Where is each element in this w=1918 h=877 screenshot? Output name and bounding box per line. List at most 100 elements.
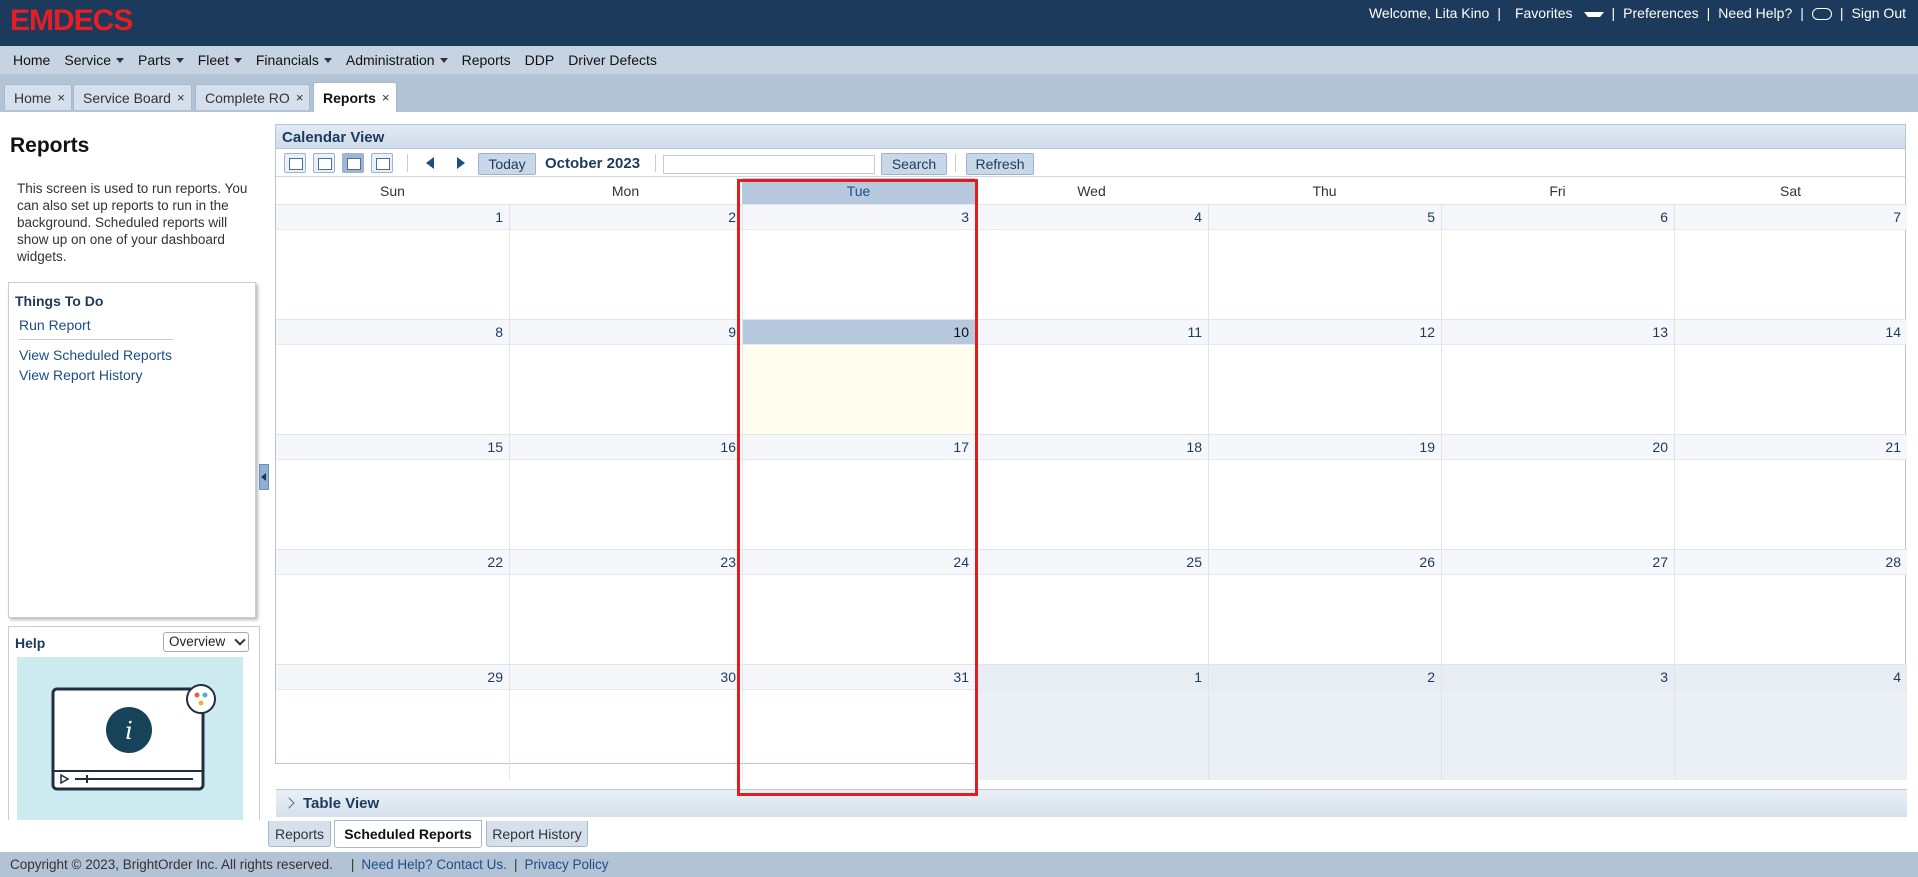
tab-home[interactable]: Home ×	[4, 84, 72, 110]
menu-home[interactable]: Home	[6, 52, 57, 68]
calendar-day[interactable]: 26	[1208, 550, 1441, 665]
calendar-day[interactable]: 22	[276, 550, 509, 665]
close-icon[interactable]: ×	[177, 90, 185, 105]
month-view-icon[interactable]	[342, 153, 364, 173]
collapse-sidebar-handle[interactable]	[259, 464, 269, 490]
calendar-day[interactable]: 20	[1441, 435, 1674, 550]
dow-sat: Sat	[1779, 183, 1801, 199]
calendar-day-next-month[interactable]: 3	[1441, 665, 1674, 780]
calendar-search-input[interactable]	[663, 155, 875, 174]
calendar-day[interactable]: 28	[1674, 550, 1907, 665]
calendar-day[interactable]: 24	[742, 550, 975, 665]
calendar-day[interactable]: 14	[1674, 320, 1907, 435]
calendar-week: 8 9 10 11 12 13 14	[276, 319, 1907, 435]
next-month-icon[interactable]	[457, 157, 465, 169]
dow-wed: Wed	[1077, 183, 1106, 199]
calendar-day[interactable]: 11	[975, 320, 1208, 435]
calendar-day[interactable]: 31	[742, 665, 975, 780]
week-view-icon[interactable]	[313, 153, 335, 173]
calendar-day[interactable]: 15	[276, 435, 509, 550]
menu-parts[interactable]: Parts	[131, 52, 191, 68]
content-area: Reports This screen is used to run repor…	[0, 112, 1918, 852]
today-button[interactable]: Today	[478, 153, 536, 175]
calendar-day[interactable]: 8	[276, 320, 509, 435]
menu-fleet[interactable]: Fleet	[191, 52, 249, 68]
calendar-day[interactable]: 3	[742, 205, 975, 320]
calendar-day[interactable]: 4	[975, 205, 1208, 320]
svg-text:i: i	[125, 717, 133, 745]
emdecs-logo[interactable]: EMDECS	[10, 4, 133, 38]
view-report-history-link[interactable]: View Report History	[19, 367, 142, 383]
search-button[interactable]: Search	[881, 153, 947, 175]
close-icon[interactable]: ×	[382, 90, 390, 105]
calendar-day[interactable]: 19	[1208, 435, 1441, 550]
menu-driver-defects[interactable]: Driver Defects	[561, 52, 664, 68]
calendar-day-next-month[interactable]: 1	[975, 665, 1208, 780]
day-view-icon[interactable]	[284, 153, 306, 173]
need-help-link[interactable]: Need Help?	[1712, 5, 1798, 21]
menu-administration[interactable]: Administration	[339, 52, 455, 68]
previous-month-icon[interactable]	[426, 157, 434, 169]
calendar-day-next-month[interactable]: 4	[1674, 665, 1907, 780]
help-title: Help	[15, 635, 46, 651]
close-icon[interactable]: ×	[57, 90, 65, 105]
bottom-tab-scheduled-reports[interactable]: Scheduled Reports	[334, 820, 482, 848]
today-cell-body	[743, 346, 975, 435]
calendar-header: Calendar View	[276, 125, 1905, 149]
contact-us-link[interactable]: Need Help? Contact Us.	[361, 857, 507, 872]
calendar-day[interactable]: 2	[509, 205, 742, 320]
calendar-day-today[interactable]: 10	[742, 320, 975, 435]
chat-button[interactable]	[1806, 5, 1838, 21]
page-description: This screen is used to run reports. You …	[17, 181, 248, 264]
chevron-down-icon	[175, 57, 184, 63]
calendar-day[interactable]: 25	[975, 550, 1208, 665]
calendar-day[interactable]: 1	[276, 205, 509, 320]
video-info-icon: i	[51, 684, 216, 791]
top-header: EMDECS Welcome, Lita Kino | Favorites | …	[0, 0, 1918, 46]
tab-complete-ro[interactable]: Complete RO ×	[195, 84, 311, 110]
dow-thu: Thu	[1312, 183, 1337, 199]
help-video-thumbnail[interactable]: i	[17, 657, 243, 823]
calendar-day[interactable]: 5	[1208, 205, 1441, 320]
tab-service-board[interactable]: Service Board ×	[73, 84, 192, 110]
favorites-menu[interactable]: Favorites	[1503, 5, 1610, 21]
refresh-button[interactable]: Refresh	[966, 153, 1034, 175]
help-topic-select[interactable]: Overview	[163, 632, 249, 652]
calendar-day[interactable]: 30	[509, 665, 742, 780]
calendar-day[interactable]: 7	[1674, 205, 1907, 320]
calendar-day[interactable]: 29	[276, 665, 509, 780]
calendar-day[interactable]: 6	[1441, 205, 1674, 320]
view-scheduled-reports-link[interactable]: View Scheduled Reports	[19, 347, 172, 363]
calendar-day[interactable]: 16	[509, 435, 742, 550]
dow-sun: Sun	[380, 183, 405, 199]
bottom-tab-report-history[interactable]: Report History	[486, 821, 588, 847]
things-to-do-title: Things To Do	[15, 293, 104, 309]
menu-financials[interactable]: Financials	[249, 52, 339, 68]
calendar-day-next-month[interactable]: 2	[1208, 665, 1441, 780]
calendar-day[interactable]: 17	[742, 435, 975, 550]
tab-reports[interactable]: Reports ×	[313, 82, 397, 112]
calendar-toolbar: Today October 2023 Search Refresh	[276, 149, 1905, 177]
calendar-day[interactable]: 23	[509, 550, 742, 665]
bottom-tab-reports[interactable]: Reports	[268, 821, 331, 847]
main-menu: Home Service Parts Fleet Financials Admi…	[0, 46, 1918, 74]
calendar-day[interactable]: 21	[1674, 435, 1907, 550]
dow-mon: Mon	[611, 183, 640, 199]
menu-ddp[interactable]: DDP	[518, 52, 562, 68]
calendar-day[interactable]: 13	[1441, 320, 1674, 435]
privacy-policy-link[interactable]: Privacy Policy	[524, 857, 608, 872]
calendar-day[interactable]: 12	[1208, 320, 1441, 435]
calendar-day[interactable]: 18	[975, 435, 1208, 550]
calendar-day[interactable]: 27	[1441, 550, 1674, 665]
preferences-link[interactable]: Preferences	[1617, 5, 1704, 21]
list-view-icon[interactable]	[371, 153, 393, 173]
menu-service[interactable]: Service	[57, 52, 131, 68]
menu-reports[interactable]: Reports	[455, 52, 518, 68]
day-of-week-header: Sun Mon Tue Wed Thu Fri Sat	[276, 178, 1907, 204]
calendar-day[interactable]: 9	[509, 320, 742, 435]
top-links: Welcome, Lita Kino | Favorites | Prefere…	[1363, 5, 1912, 21]
table-view-section[interactable]: Table View	[276, 789, 1907, 817]
close-icon[interactable]: ×	[296, 90, 304, 105]
run-report-link[interactable]: Run Report	[19, 317, 91, 333]
sign-out-link[interactable]: Sign Out	[1846, 5, 1912, 21]
